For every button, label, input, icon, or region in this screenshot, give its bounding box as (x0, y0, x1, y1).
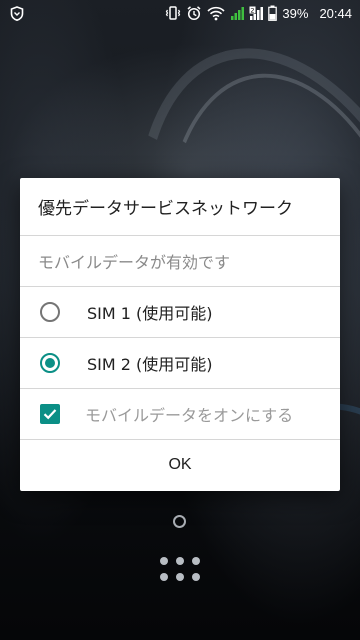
vibrate-icon (165, 5, 181, 21)
grid-dot (176, 557, 184, 565)
clock: 20:44 (319, 5, 352, 21)
grid-dot (160, 573, 168, 581)
dialog-subtitle: モバイルデータが有効です (20, 236, 340, 287)
preferred-data-network-dialog: 優先データサービスネットワーク モバイルデータが有効です SIM 1 (使用可能… (20, 178, 340, 491)
sim1-option[interactable]: SIM 1 (使用可能) (20, 287, 340, 338)
wifi-icon (207, 6, 225, 21)
mobile-data-checkbox-row[interactable]: モバイルデータをオンにする (20, 389, 340, 440)
sim2-label: SIM 2 (使用可能) (87, 355, 213, 374)
dialog-title: 優先データサービスネットワーク (20, 178, 340, 236)
grid-dot (176, 573, 184, 581)
mobile-data-label: モバイルデータをオンにする (85, 406, 294, 425)
battery-icon (268, 5, 278, 21)
sim1-label: SIM 1 (使用可能) (87, 304, 213, 323)
signal-sim1-icon (230, 6, 245, 21)
svg-text:2: 2 (251, 6, 255, 14)
alarm-icon (186, 5, 202, 21)
sim2-option[interactable]: SIM 2 (使用可能) (20, 338, 340, 389)
home-indicator[interactable] (173, 515, 186, 528)
checkbox-mobile-data[interactable] (40, 404, 60, 424)
ok-button[interactable]: OK (148, 448, 211, 482)
battery-percent: 39% (282, 5, 309, 21)
status-bar: 2 39% 20:44 (0, 0, 360, 26)
grid-dot (192, 573, 200, 581)
radio-button-sim2[interactable] (40, 353, 60, 373)
grid-dot (192, 557, 200, 565)
app-drawer-button[interactable] (160, 557, 200, 581)
checkmark-icon (43, 409, 57, 420)
grid-dot (160, 557, 168, 565)
signal-sim2-icon: 2 (249, 6, 264, 21)
radio-button-sim1[interactable] (40, 302, 60, 322)
shield-icon (10, 5, 24, 21)
dialog-actions: OK (20, 440, 340, 490)
